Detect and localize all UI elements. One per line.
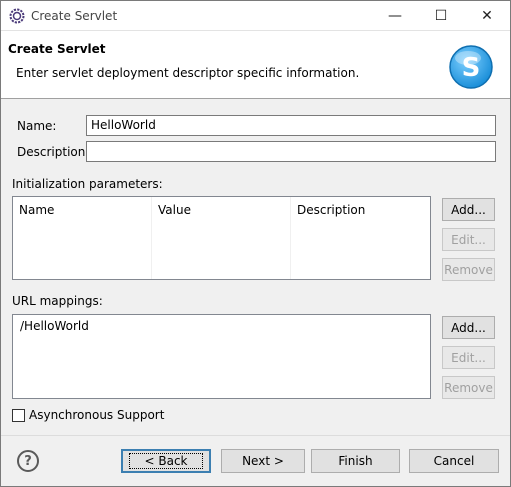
- minimize-button[interactable]: —: [372, 1, 418, 31]
- url-add-label: Add...: [451, 320, 486, 335]
- url-remove-label: Remove: [444, 380, 493, 395]
- finish-button[interactable]: Finish: [311, 449, 400, 473]
- init-edit-label: Edit...: [451, 232, 486, 247]
- async-support-label[interactable]: Asynchronous Support: [29, 408, 164, 422]
- servlet-s-logo-icon: S: [449, 45, 493, 89]
- back-button[interactable]: < Back: [121, 449, 211, 473]
- url-edit-button[interactable]: Edit...: [442, 346, 495, 369]
- description-label: Description:: [17, 145, 90, 159]
- create-servlet-dialog: Create Servlet — ☐ ✕ Create Servlet Ente…: [0, 0, 511, 487]
- maximize-icon: ☐: [434, 8, 448, 24]
- help-icon[interactable]: ?: [17, 450, 39, 472]
- description-field[interactable]: [86, 141, 496, 162]
- finish-label: Finish: [338, 454, 373, 468]
- async-support-checkbox[interactable]: [12, 409, 25, 422]
- url-remove-button[interactable]: Remove: [442, 376, 495, 399]
- url-edit-label: Edit...: [451, 350, 486, 365]
- close-button[interactable]: ✕: [464, 1, 510, 31]
- cancel-label: Cancel: [433, 454, 475, 468]
- help-glyph: ?: [24, 453, 32, 469]
- back-label: < Back: [129, 453, 203, 469]
- init-add-label: Add...: [451, 202, 486, 217]
- window-title: Create Servlet: [31, 9, 118, 23]
- column-header-name[interactable]: Name: [13, 197, 152, 279]
- page-title: Create Servlet: [8, 42, 106, 56]
- eclipse-gear-icon: [9, 8, 25, 24]
- init-edit-button[interactable]: Edit...: [442, 228, 495, 251]
- logo-letter: S: [462, 53, 481, 83]
- url-mappings-list[interactable]: /HelloWorld: [12, 314, 431, 399]
- page-description: Enter servlet deployment descriptor spec…: [16, 66, 360, 80]
- wizard-header: Create Servlet Enter servlet deployment …: [1, 31, 510, 99]
- init-remove-button[interactable]: Remove: [442, 258, 495, 281]
- maximize-button[interactable]: ☐: [418, 1, 464, 31]
- url-mappings-label: URL mappings:: [12, 294, 103, 308]
- next-label: Next >: [242, 454, 284, 468]
- column-header-description[interactable]: Description: [291, 197, 430, 279]
- next-button[interactable]: Next >: [221, 449, 305, 473]
- list-item[interactable]: /HelloWorld: [20, 319, 89, 333]
- init-params-table[interactable]: Name Value Description: [12, 196, 431, 280]
- title-bar: Create Servlet — ☐ ✕: [1, 1, 510, 31]
- footer-divider: [1, 435, 510, 436]
- close-icon: ✕: [481, 8, 493, 24]
- cancel-button[interactable]: Cancel: [409, 449, 499, 473]
- init-params-label: Initialization parameters:: [12, 177, 163, 191]
- column-header-value[interactable]: Value: [152, 197, 291, 279]
- init-remove-label: Remove: [444, 262, 493, 277]
- url-add-button[interactable]: Add...: [442, 316, 495, 339]
- minimize-icon: —: [388, 8, 402, 24]
- init-add-button[interactable]: Add...: [442, 198, 495, 221]
- name-label: Name:: [17, 119, 57, 133]
- name-field[interactable]: HelloWorld: [86, 115, 496, 136]
